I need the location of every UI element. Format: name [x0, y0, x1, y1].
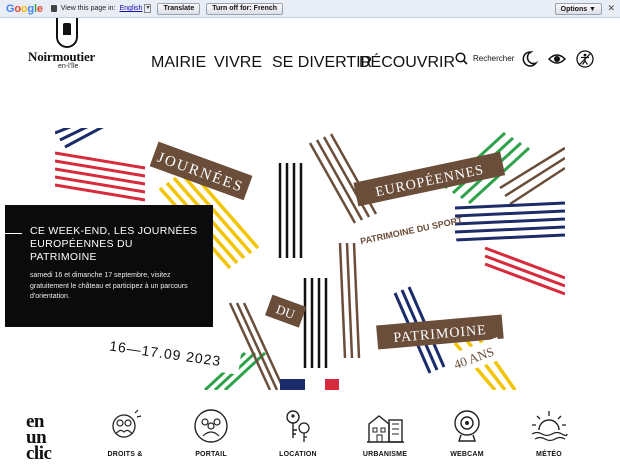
- quick-link-portal[interactable]: PORTAIL: [176, 408, 246, 458]
- portal-icon: [194, 409, 228, 443]
- news-card[interactable]: CE WEEK-END, LES JOURNÉES EUROPÉENNES DU…: [0, 205, 213, 327]
- visibility-icon[interactable]: [547, 49, 567, 69]
- lock-icon: [50, 5, 57, 12]
- quick-link-rights[interactable]: DROITS &: [90, 408, 160, 458]
- options-button[interactable]: Options ▼: [554, 3, 602, 15]
- quick-link-webcam[interactable]: WEBCAM: [432, 408, 502, 458]
- keys-icon: [286, 410, 310, 442]
- quick-link-label: DROITS &: [107, 451, 143, 458]
- card-title: CE WEEK-END, LES JOURNÉES EUROPÉENNES DU…: [30, 225, 198, 263]
- nav-item-se-divertir[interactable]: SE DIVERTIR: [272, 54, 372, 72]
- card-divider: [0, 233, 22, 234]
- translate-bar: Google View this page in: English ▾ Tran…: [0, 0, 620, 18]
- language-select[interactable]: English: [119, 5, 142, 12]
- weather-icon: [531, 411, 568, 442]
- search-icon: [455, 52, 468, 65]
- translate-button[interactable]: Translate: [157, 2, 201, 15]
- rights-icon: [112, 409, 142, 438]
- webcam-icon: [454, 410, 480, 442]
- chevron-down-icon[interactable]: ▾: [144, 4, 152, 13]
- accessibility-icon[interactable]: [575, 49, 595, 69]
- buildings-icon: [367, 415, 404, 443]
- crest-icon: [56, 18, 78, 48]
- logo-subtitle: en-l'île: [58, 63, 79, 70]
- nav-item-vivre[interactable]: VIVRE: [214, 54, 262, 72]
- quick-links: en un clic DROITS & PORTAIL LOCATION URB…: [0, 400, 620, 466]
- site-header: Noirmoutier en-l'île MAIRIE VIVRE SE DIV…: [0, 18, 620, 100]
- quick-link-weather[interactable]: MÉTÉO: [514, 408, 584, 458]
- card-text: samedi 16 et dimanche 17 septembre, visi…: [30, 272, 188, 300]
- turn-off-button[interactable]: Turn off for: French: [206, 2, 284, 15]
- quick-link-label: PORTAIL: [195, 451, 227, 458]
- close-icon[interactable]: ✕: [607, 3, 615, 14]
- search-label: Rechercher: [473, 54, 515, 63]
- quick-link-label: MÉTÉO: [536, 451, 562, 458]
- google-logo: Google: [6, 2, 43, 15]
- nav-item-decouvrir[interactable]: DÉCOUVRIR: [359, 54, 455, 72]
- quick-link-label: WEBCAM: [450, 451, 484, 458]
- nav-item-mairie[interactable]: MAIRIE: [151, 54, 206, 72]
- dark-mode-icon[interactable]: [519, 49, 539, 69]
- quick-link-urbanism[interactable]: URBANISME: [350, 408, 420, 458]
- search-button[interactable]: Rechercher: [455, 52, 514, 65]
- quick-link-label: LOCATION: [279, 451, 317, 458]
- quick-links-title: en un clic: [26, 411, 52, 464]
- quick-link-label: URBANISME: [362, 451, 408, 458]
- translate-prompt: View this page in:: [60, 5, 116, 12]
- quick-link-location[interactable]: LOCATION: [263, 408, 333, 458]
- site-logo[interactable]: Noirmoutier en-l'île: [28, 18, 112, 78]
